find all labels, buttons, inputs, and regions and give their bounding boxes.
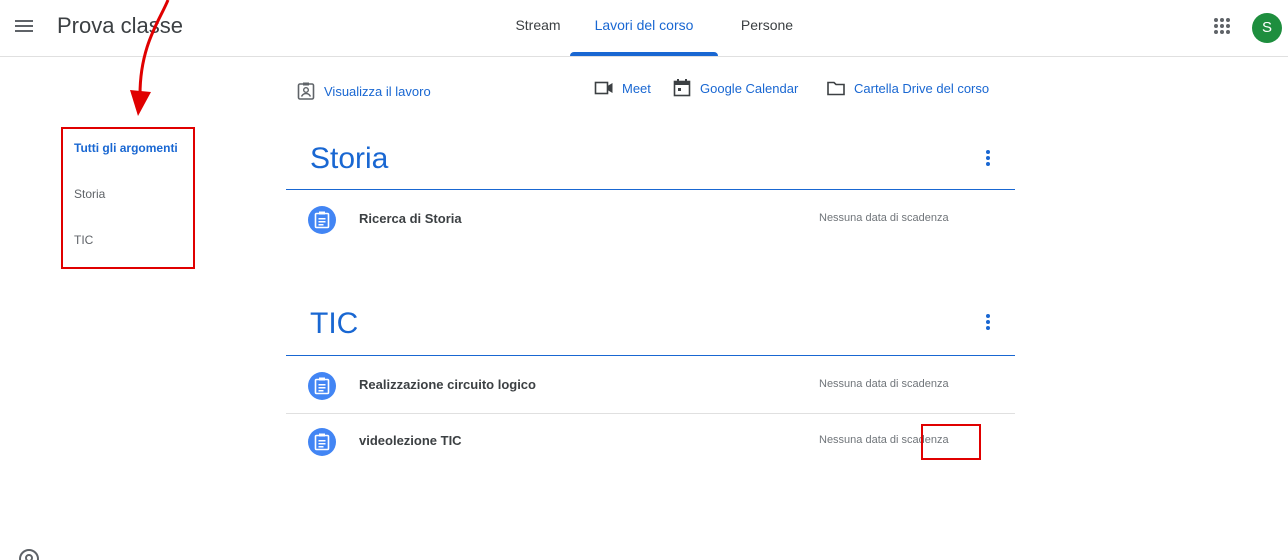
apps-icon[interactable] (1210, 14, 1234, 38)
topic-all[interactable]: Tutti gli argomenti (74, 141, 178, 155)
folder-icon (826, 78, 846, 98)
tab-people[interactable]: Persone (724, 0, 810, 56)
item-due-date: Nessuna data di scadenza (819, 434, 949, 446)
list-item[interactable]: Ricerca di Storia Nessuna data di scaden… (286, 192, 1015, 248)
section-divider (286, 355, 1015, 356)
tab-classwork[interactable]: Lavori del corso (570, 0, 718, 56)
meet-label: Meet (622, 80, 651, 96)
topic-storia[interactable]: Storia (74, 187, 105, 201)
section-title-tic: TIC (310, 307, 359, 340)
calendar-icon (672, 78, 692, 98)
item-due-date: Nessuna data di scadenza (819, 212, 949, 224)
tab-bar: Stream Lavori del corso Persone (0, 0, 1288, 56)
list-item[interactable]: Realizzazione circuito logico Nessuna da… (286, 358, 1015, 414)
item-title: videolezione TIC (359, 433, 462, 448)
video-icon (594, 78, 614, 98)
drive-folder-button[interactable]: Cartella Drive del corso (826, 76, 989, 100)
view-work-label: Visualizza il lavoro (324, 83, 431, 99)
more-options-tic[interactable] (980, 310, 996, 334)
section-title-storia: Storia (310, 142, 389, 175)
assignment-icon (308, 428, 336, 456)
tab-stream[interactable]: Stream (506, 0, 570, 56)
calendar-button[interactable]: Google Calendar (672, 76, 798, 100)
item-due-date: Nessuna data di scadenza (819, 378, 949, 390)
view-work-button[interactable]: Visualizza il lavoro (296, 79, 431, 103)
active-tab-indicator (570, 52, 718, 56)
assignment-icon (308, 206, 336, 234)
drive-folder-label: Cartella Drive del corso (854, 80, 990, 96)
assignment-ind-icon (296, 81, 316, 101)
meet-button[interactable]: Meet (594, 76, 651, 100)
topic-tic[interactable]: TIC (74, 233, 93, 247)
item-title: Realizzazione circuito logico (359, 377, 536, 392)
item-title: Ricerca di Storia (359, 211, 462, 226)
calendar-label: Google Calendar (700, 80, 799, 96)
avatar[interactable]: S (1252, 13, 1282, 43)
top-app-bar: Prova classe Stream Lavori del corso Per… (0, 0, 1288, 57)
more-options-storia[interactable] (980, 146, 996, 170)
help-icon[interactable] (18, 548, 40, 560)
assignment-icon (308, 372, 336, 400)
section-divider (286, 189, 1015, 190)
list-item[interactable]: videolezione TIC Nessuna data di scadenz… (286, 414, 1015, 470)
